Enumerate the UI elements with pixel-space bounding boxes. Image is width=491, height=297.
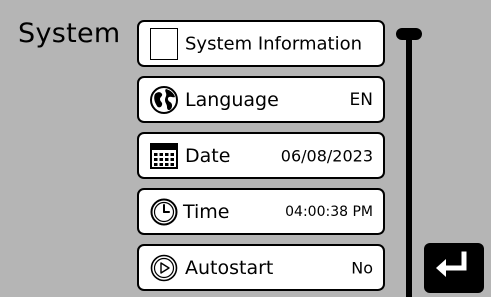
blank-icon [148, 27, 180, 60]
globe-icon [148, 84, 180, 116]
menu-item-language[interactable]: Language EN [137, 76, 385, 123]
return-arrow-icon [432, 249, 476, 287]
menu-item-label: Time [183, 200, 230, 223]
menu-item-time[interactable]: Time 04:00:38 PM [137, 188, 385, 235]
page-title: System [18, 18, 121, 49]
menu-item-label: System Information [185, 33, 363, 54]
menu-item-value: 04:00:38 PM [285, 203, 373, 220]
menu-item-value: 06/08/2023 [280, 146, 373, 165]
menu-item-value: No [351, 258, 373, 277]
menu-item-system-information[interactable]: System Information [137, 20, 385, 67]
back-button[interactable] [424, 243, 484, 293]
scrollbar-thumb[interactable] [396, 28, 422, 40]
play-circle-icon [148, 252, 180, 284]
menu-item-date[interactable]: Date 06/08/2023 [137, 132, 385, 179]
menu-item-value: EN [349, 89, 373, 110]
menu-item-label: Language [185, 88, 279, 111]
calendar-icon [148, 140, 180, 172]
menu-item-label: Autostart [185, 256, 274, 279]
menu-item-label: Date [185, 144, 231, 167]
menu-item-autostart[interactable]: Autostart No [137, 244, 385, 291]
scrollbar-track[interactable] [406, 36, 412, 297]
system-screen: System System Information Language EN Da… [0, 0, 491, 297]
clock-icon [148, 196, 180, 228]
